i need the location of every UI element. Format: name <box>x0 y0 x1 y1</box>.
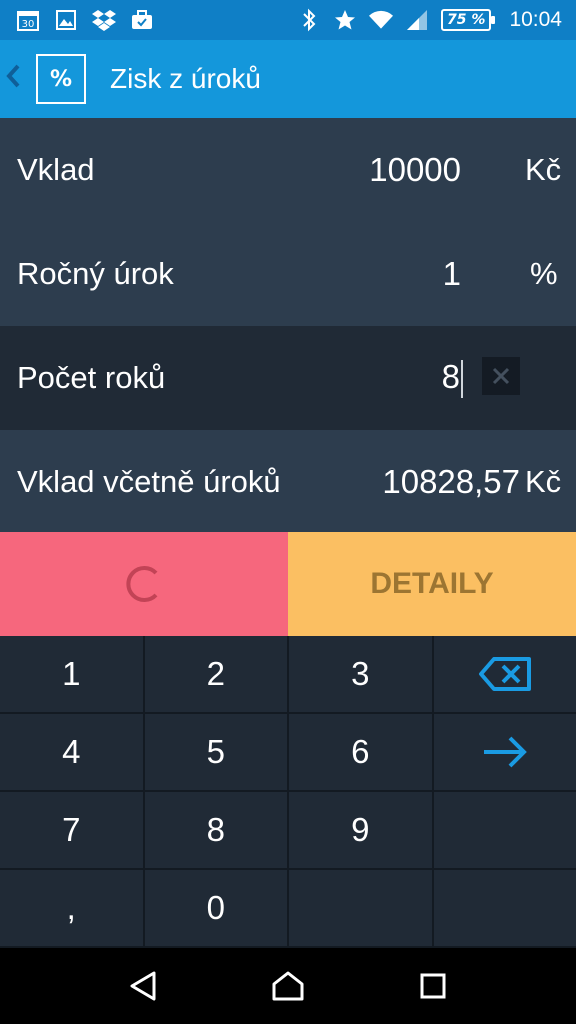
nav-recents-button[interactable] <box>403 956 463 1016</box>
battery-level: 75 % <box>447 12 486 28</box>
battery-icon: 75 % <box>441 9 496 31</box>
result-label: Vklad včetně úroků <box>17 464 281 499</box>
reset-button[interactable] <box>0 532 288 636</box>
next-key[interactable] <box>433 714 576 790</box>
backspace-key[interactable] <box>433 636 576 712</box>
years-row[interactable]: Počet roků 8 <box>0 326 576 430</box>
numeric-keypad: 1 2 3 4 5 6 7 8 9 , 0 <box>0 636 576 948</box>
key-empty <box>289 870 432 946</box>
recents-icon <box>420 973 446 999</box>
key-9[interactable]: 9 <box>289 792 432 868</box>
nav-home-button[interactable] <box>258 956 318 1016</box>
key-empty <box>433 870 576 946</box>
bluetooth-icon <box>297 8 321 32</box>
app-logo[interactable]: % <box>36 54 86 104</box>
backspace-icon <box>478 657 531 691</box>
key-4[interactable]: 4 <box>0 714 143 790</box>
svg-text:30: 30 <box>22 19 35 30</box>
deposit-row[interactable]: Vklad 10000 Kč <box>0 118 576 222</box>
key-8[interactable]: 8 <box>144 792 287 868</box>
years-value: 8 <box>441 357 460 395</box>
back-chevron-icon[interactable] <box>0 64 26 95</box>
result-row: Vklad včetně úroků 10828,57 Kč <box>0 430 576 534</box>
back-triangle-icon <box>130 971 156 1001</box>
key-1[interactable]: 1 <box>0 636 143 712</box>
key-5[interactable]: 5 <box>144 714 287 790</box>
page-title: Zisk z úroků <box>110 63 261 94</box>
wifi-icon <box>369 8 394 32</box>
key-empty <box>433 792 576 868</box>
result-unit: Kč <box>525 464 562 499</box>
interest-rate-label: Ročný úrok <box>17 256 174 291</box>
text-cursor <box>461 360 463 399</box>
status-bar: 30 75 % 10:04 <box>0 0 576 40</box>
deposit-unit: Kč <box>525 152 562 187</box>
refresh-icon <box>126 566 158 602</box>
image-icon <box>54 8 78 32</box>
interest-rate-row[interactable]: Ročný úrok 1 % <box>0 222 576 326</box>
key-6[interactable]: 6 <box>289 714 432 790</box>
interest-rate-unit: % <box>530 256 558 291</box>
navigation-bar <box>0 948 576 1024</box>
home-icon <box>272 971 304 1001</box>
result-value: 10828,57 <box>382 463 520 500</box>
action-bar: DETAILY <box>0 532 576 636</box>
clock: 10:04 <box>509 8 562 31</box>
star-icon <box>333 8 357 32</box>
app-bar: % Zisk z úroků <box>0 40 576 118</box>
clear-button[interactable] <box>482 357 520 395</box>
interest-rate-value[interactable]: 1 <box>443 255 461 293</box>
nav-back-button[interactable] <box>113 956 173 1016</box>
arrow-right-icon <box>483 736 527 768</box>
key-3[interactable]: 3 <box>289 636 432 712</box>
key-7[interactable]: 7 <box>0 792 143 868</box>
deposit-label: Vklad <box>17 152 95 187</box>
deposit-value[interactable]: 10000 <box>369 151 461 189</box>
key-0[interactable]: 0 <box>144 870 287 946</box>
close-icon <box>492 367 510 385</box>
briefcase-icon <box>130 8 154 32</box>
key-comma[interactable]: , <box>0 870 143 946</box>
signal-icon <box>405 8 429 32</box>
calendar-icon: 30 <box>16 8 40 32</box>
key-2[interactable]: 2 <box>144 636 287 712</box>
years-input[interactable]: 8 <box>441 357 463 399</box>
details-button[interactable]: DETAILY <box>288 532 576 636</box>
years-label: Počet roků <box>17 360 166 395</box>
dropbox-icon <box>92 8 116 32</box>
